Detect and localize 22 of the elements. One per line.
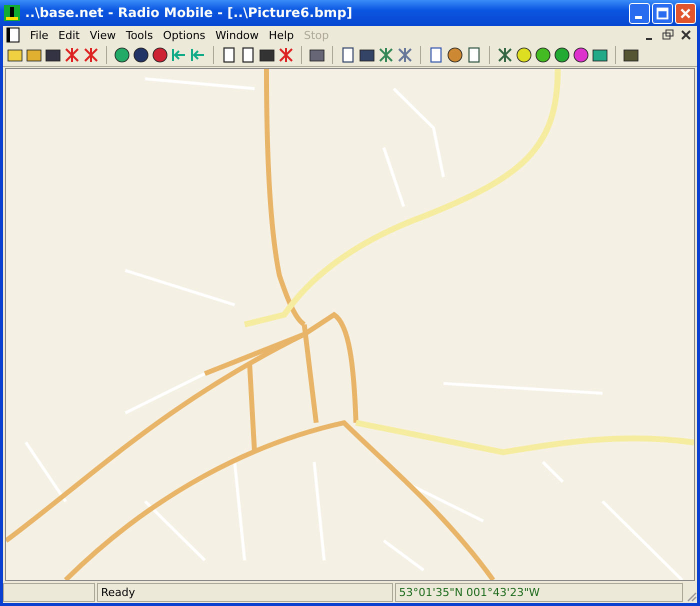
circle-icon[interactable] — [573, 47, 589, 63]
circle-icon[interactable] — [535, 47, 551, 63]
menu-item[interactable]: Help — [264, 28, 299, 42]
close-button[interactable] — [675, 2, 696, 24]
menu-item[interactable]: View — [84, 28, 121, 42]
coordinates-readout: 53°01'35"N 001°43'23"W — [395, 583, 683, 602]
circle-icon[interactable] — [516, 47, 532, 63]
document-icon — [5, 27, 21, 43]
resize-grip-icon[interactable] — [685, 590, 697, 602]
window-title: ..\base.net - Radio Mobile - [..\Picture6.bmp] — [25, 6, 354, 20]
menu-item[interactable]: Tools — [120, 28, 158, 42]
circle-icon[interactable] — [554, 47, 570, 63]
menu-item[interactable]: Window — [210, 28, 264, 42]
minimize-icon — [635, 16, 642, 18]
close-icon[interactable] — [680, 29, 692, 41]
restore-icon[interactable] — [662, 29, 674, 41]
menu-item[interactable]: File — [25, 28, 54, 42]
menu-item[interactable]: Options — [158, 28, 210, 42]
minimize-button[interactable] — [629, 2, 650, 24]
menu-item[interactable]: Edit — [53, 28, 85, 42]
maximize-button[interactable] — [652, 2, 673, 24]
status-message: Ready — [97, 583, 393, 602]
